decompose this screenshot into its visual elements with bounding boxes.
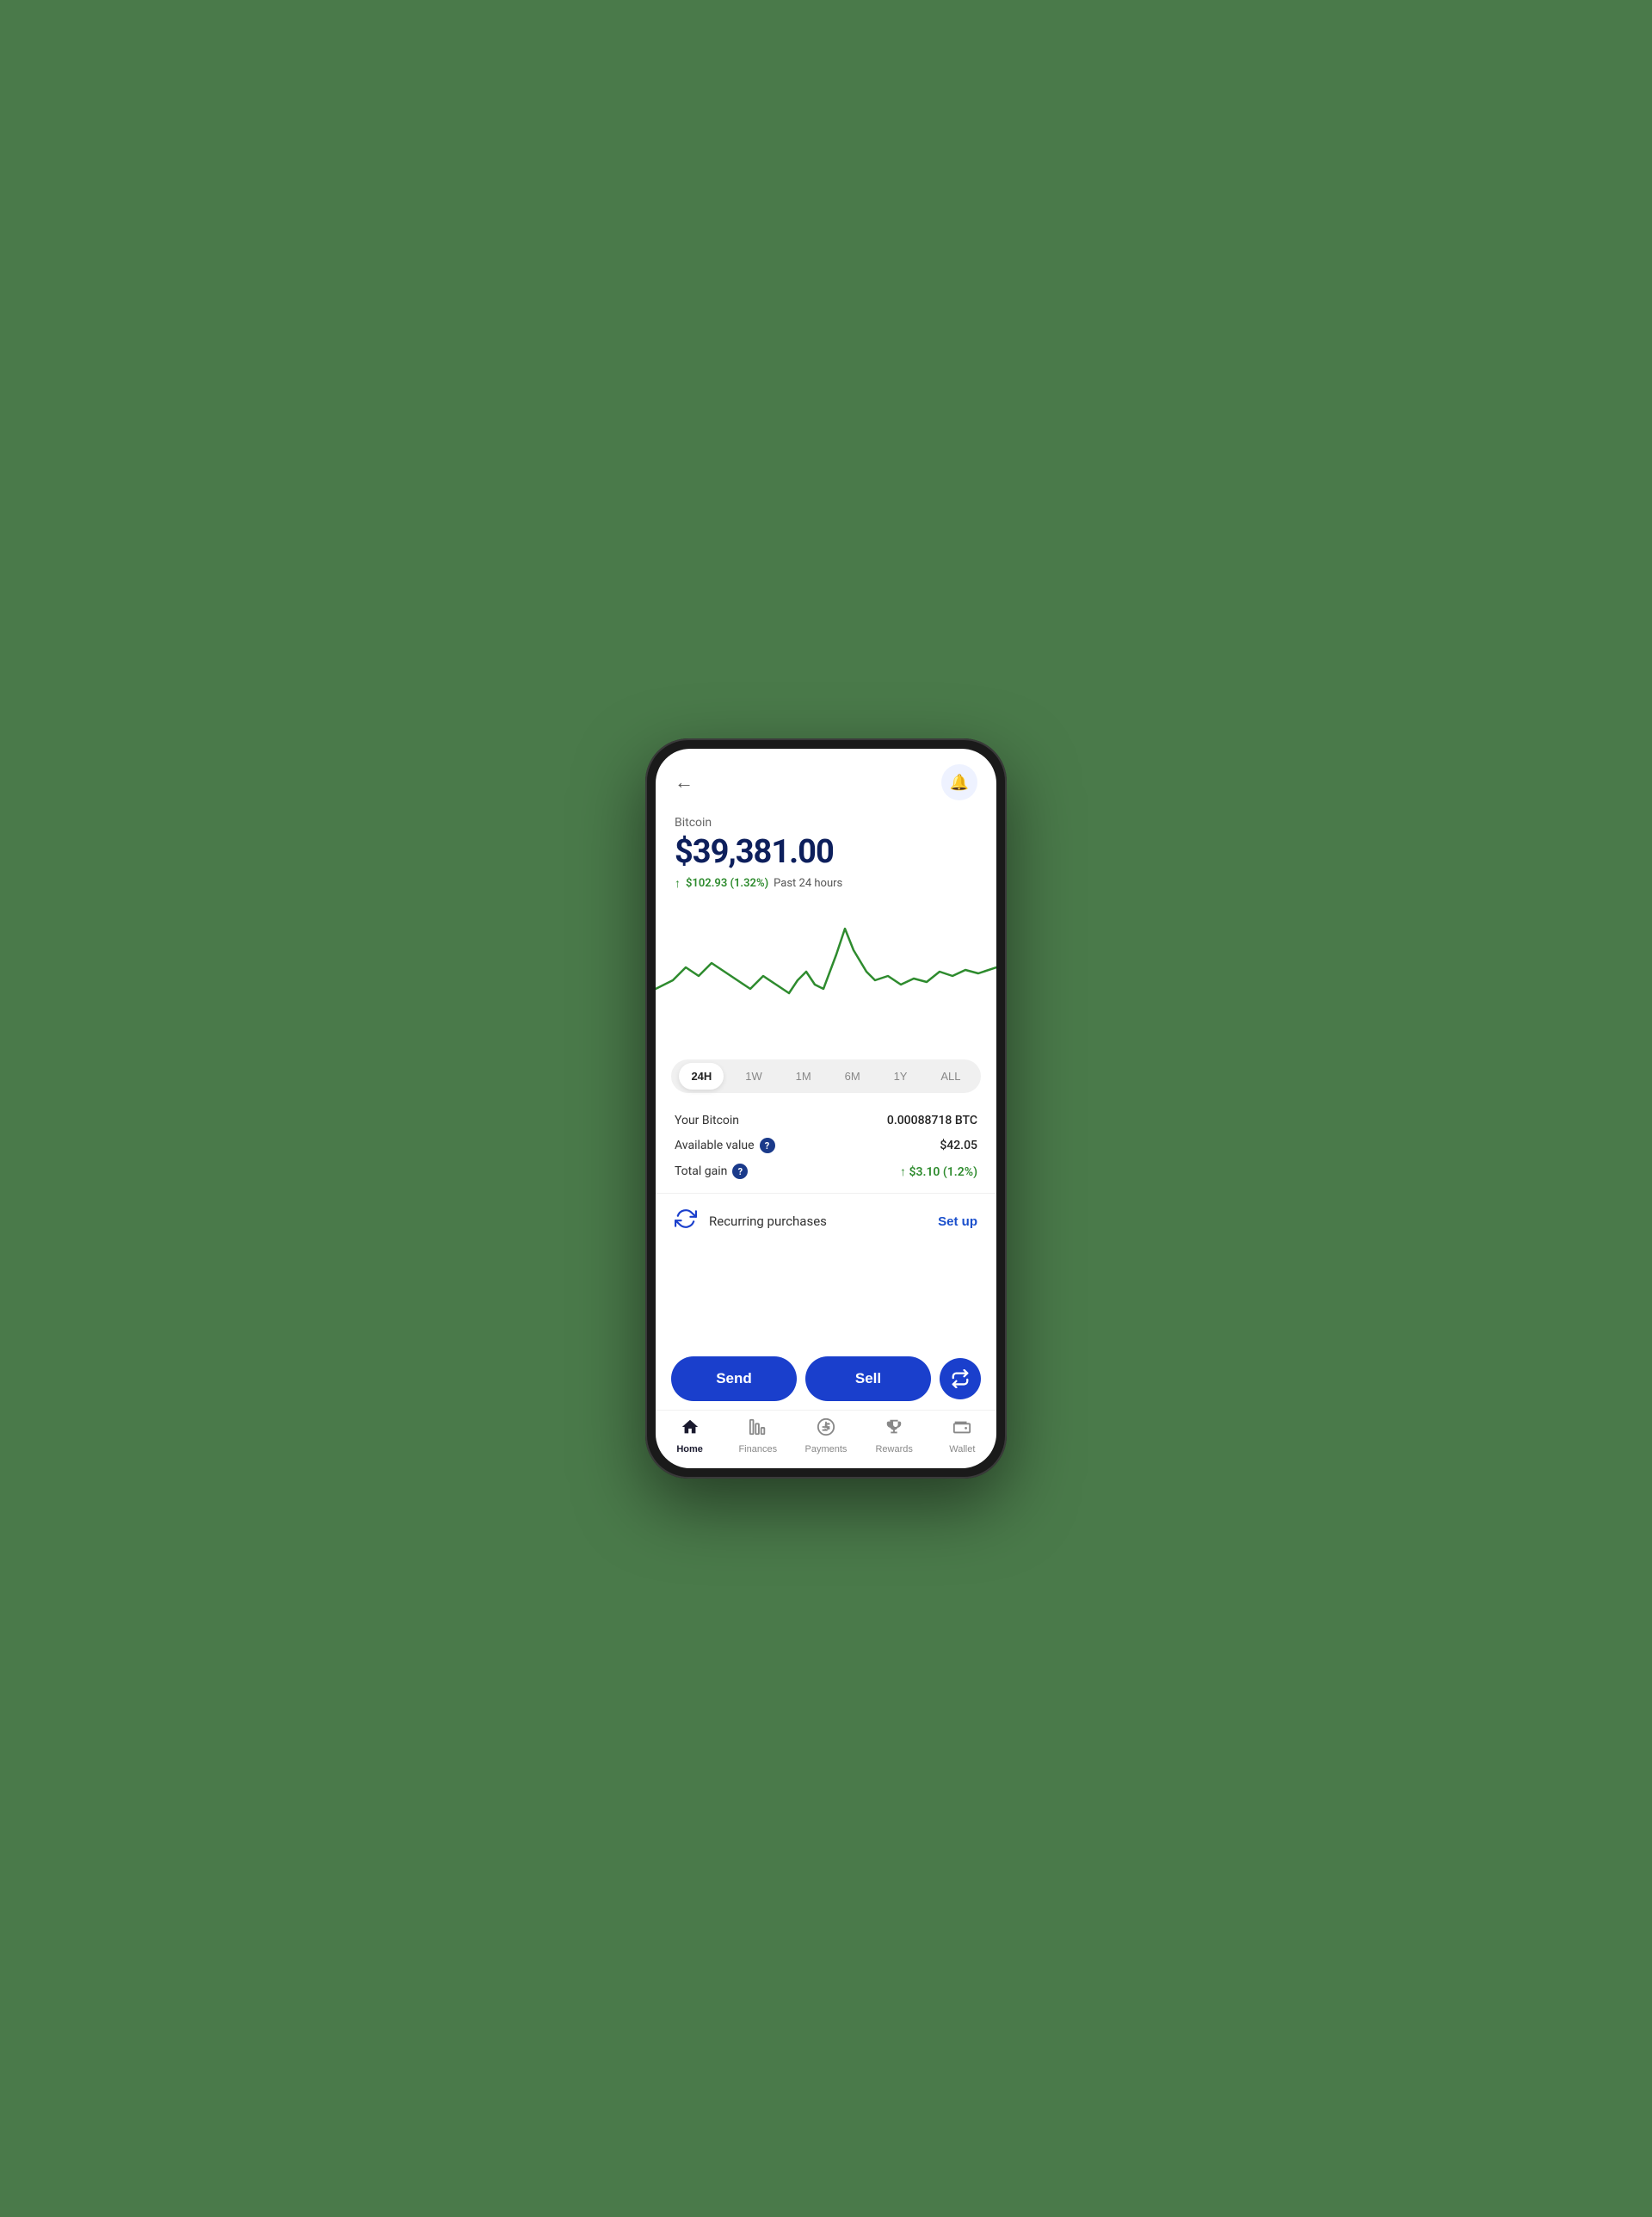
nav-item-finances[interactable]: Finances — [734, 1417, 782, 1454]
nav-label-finances: Finances — [738, 1444, 777, 1454]
bitcoin-balance-label: Your Bitcoin — [675, 1114, 739, 1127]
time-btn-1w[interactable]: 1W — [733, 1063, 774, 1090]
recurring-section: Recurring purchases Set up — [656, 1194, 996, 1249]
price-section: Bitcoin $39,381.00 ↑ $102.93 (1.32%) Pas… — [656, 809, 996, 903]
phone-device: ← 🔔 Bitcoin $39,381.00 ↑ $102.93 (1.32%)… — [645, 738, 1007, 1479]
nav-item-wallet[interactable]: Wallet — [938, 1417, 986, 1454]
phone-screen: ← 🔔 Bitcoin $39,381.00 ↑ $102.93 (1.32%)… — [656, 749, 996, 1468]
payments-icon: $ — [817, 1417, 835, 1442]
total-gain-value: ↑ $3.10 (1.2%) — [900, 1164, 977, 1179]
recurring-label: Recurring purchases — [709, 1213, 926, 1229]
setup-button[interactable]: Set up — [938, 1214, 977, 1229]
nav-label-home: Home — [676, 1444, 703, 1454]
time-btn-1m[interactable]: 1M — [784, 1063, 823, 1090]
total-gain-row: Total gain ? ↑ $3.10 (1.2%) — [675, 1164, 977, 1179]
price-change-amount: $102.93 (1.32%) — [686, 877, 768, 890]
nav-item-home[interactable]: Home — [666, 1417, 714, 1454]
nav-label-rewards: Rewards — [875, 1444, 912, 1454]
time-btn-6m[interactable]: 6M — [833, 1063, 872, 1090]
send-button[interactable]: Send — [671, 1356, 797, 1401]
time-btn-24h[interactable]: 24H — [679, 1063, 724, 1090]
bitcoin-balance-value: 0.00088718 BTC — [887, 1114, 977, 1127]
available-value-row: Available value ? $42.05 — [675, 1138, 977, 1153]
time-btn-1y[interactable]: 1Y — [882, 1063, 920, 1090]
stats-section: Your Bitcoin 0.00088718 BTC Available va… — [656, 1100, 996, 1193]
coin-price: $39,381.00 — [675, 833, 977, 871]
bottom-nav: Home Finances — [656, 1410, 996, 1468]
action-buttons: Send Sell — [656, 1346, 996, 1410]
price-change-row: ↑ $102.93 (1.32%) Past 24 hours — [675, 876, 977, 891]
sell-button[interactable]: Sell — [805, 1356, 931, 1401]
available-value-help-icon[interactable]: ? — [760, 1138, 775, 1153]
header: ← 🔔 — [656, 749, 996, 809]
total-gain-label: Total gain ? — [675, 1164, 748, 1179]
nav-item-payments[interactable]: $ Payments — [802, 1417, 850, 1454]
time-selector: 24H 1W 1M 6M 1Y ALL — [671, 1059, 981, 1093]
price-chart — [656, 903, 996, 1053]
bitcoin-balance-row: Your Bitcoin 0.00088718 BTC — [675, 1114, 977, 1127]
finances-icon — [749, 1417, 767, 1442]
total-gain-help-icon[interactable]: ? — [732, 1164, 748, 1179]
nav-label-wallet: Wallet — [949, 1444, 975, 1454]
change-period: Past 24 hours — [774, 877, 842, 890]
nav-item-rewards[interactable]: Rewards — [870, 1417, 918, 1454]
recurring-icon — [675, 1207, 697, 1235]
notification-button[interactable]: 🔔 — [941, 764, 977, 800]
time-btn-all[interactable]: ALL — [928, 1063, 972, 1090]
home-icon — [681, 1417, 700, 1442]
wallet-icon — [952, 1417, 971, 1442]
svg-text:$: $ — [824, 1423, 829, 1433]
back-button[interactable]: ← — [675, 771, 693, 794]
swap-button[interactable] — [940, 1358, 981, 1399]
available-value-label: Available value ? — [675, 1138, 775, 1153]
rewards-icon — [885, 1417, 903, 1442]
coin-name: Bitcoin — [675, 816, 977, 830]
available-value-amount: $42.05 — [940, 1139, 977, 1152]
bell-icon: 🔔 — [950, 774, 969, 792]
up-arrow-icon: ↑ — [675, 876, 681, 891]
nav-label-payments: Payments — [805, 1444, 848, 1454]
